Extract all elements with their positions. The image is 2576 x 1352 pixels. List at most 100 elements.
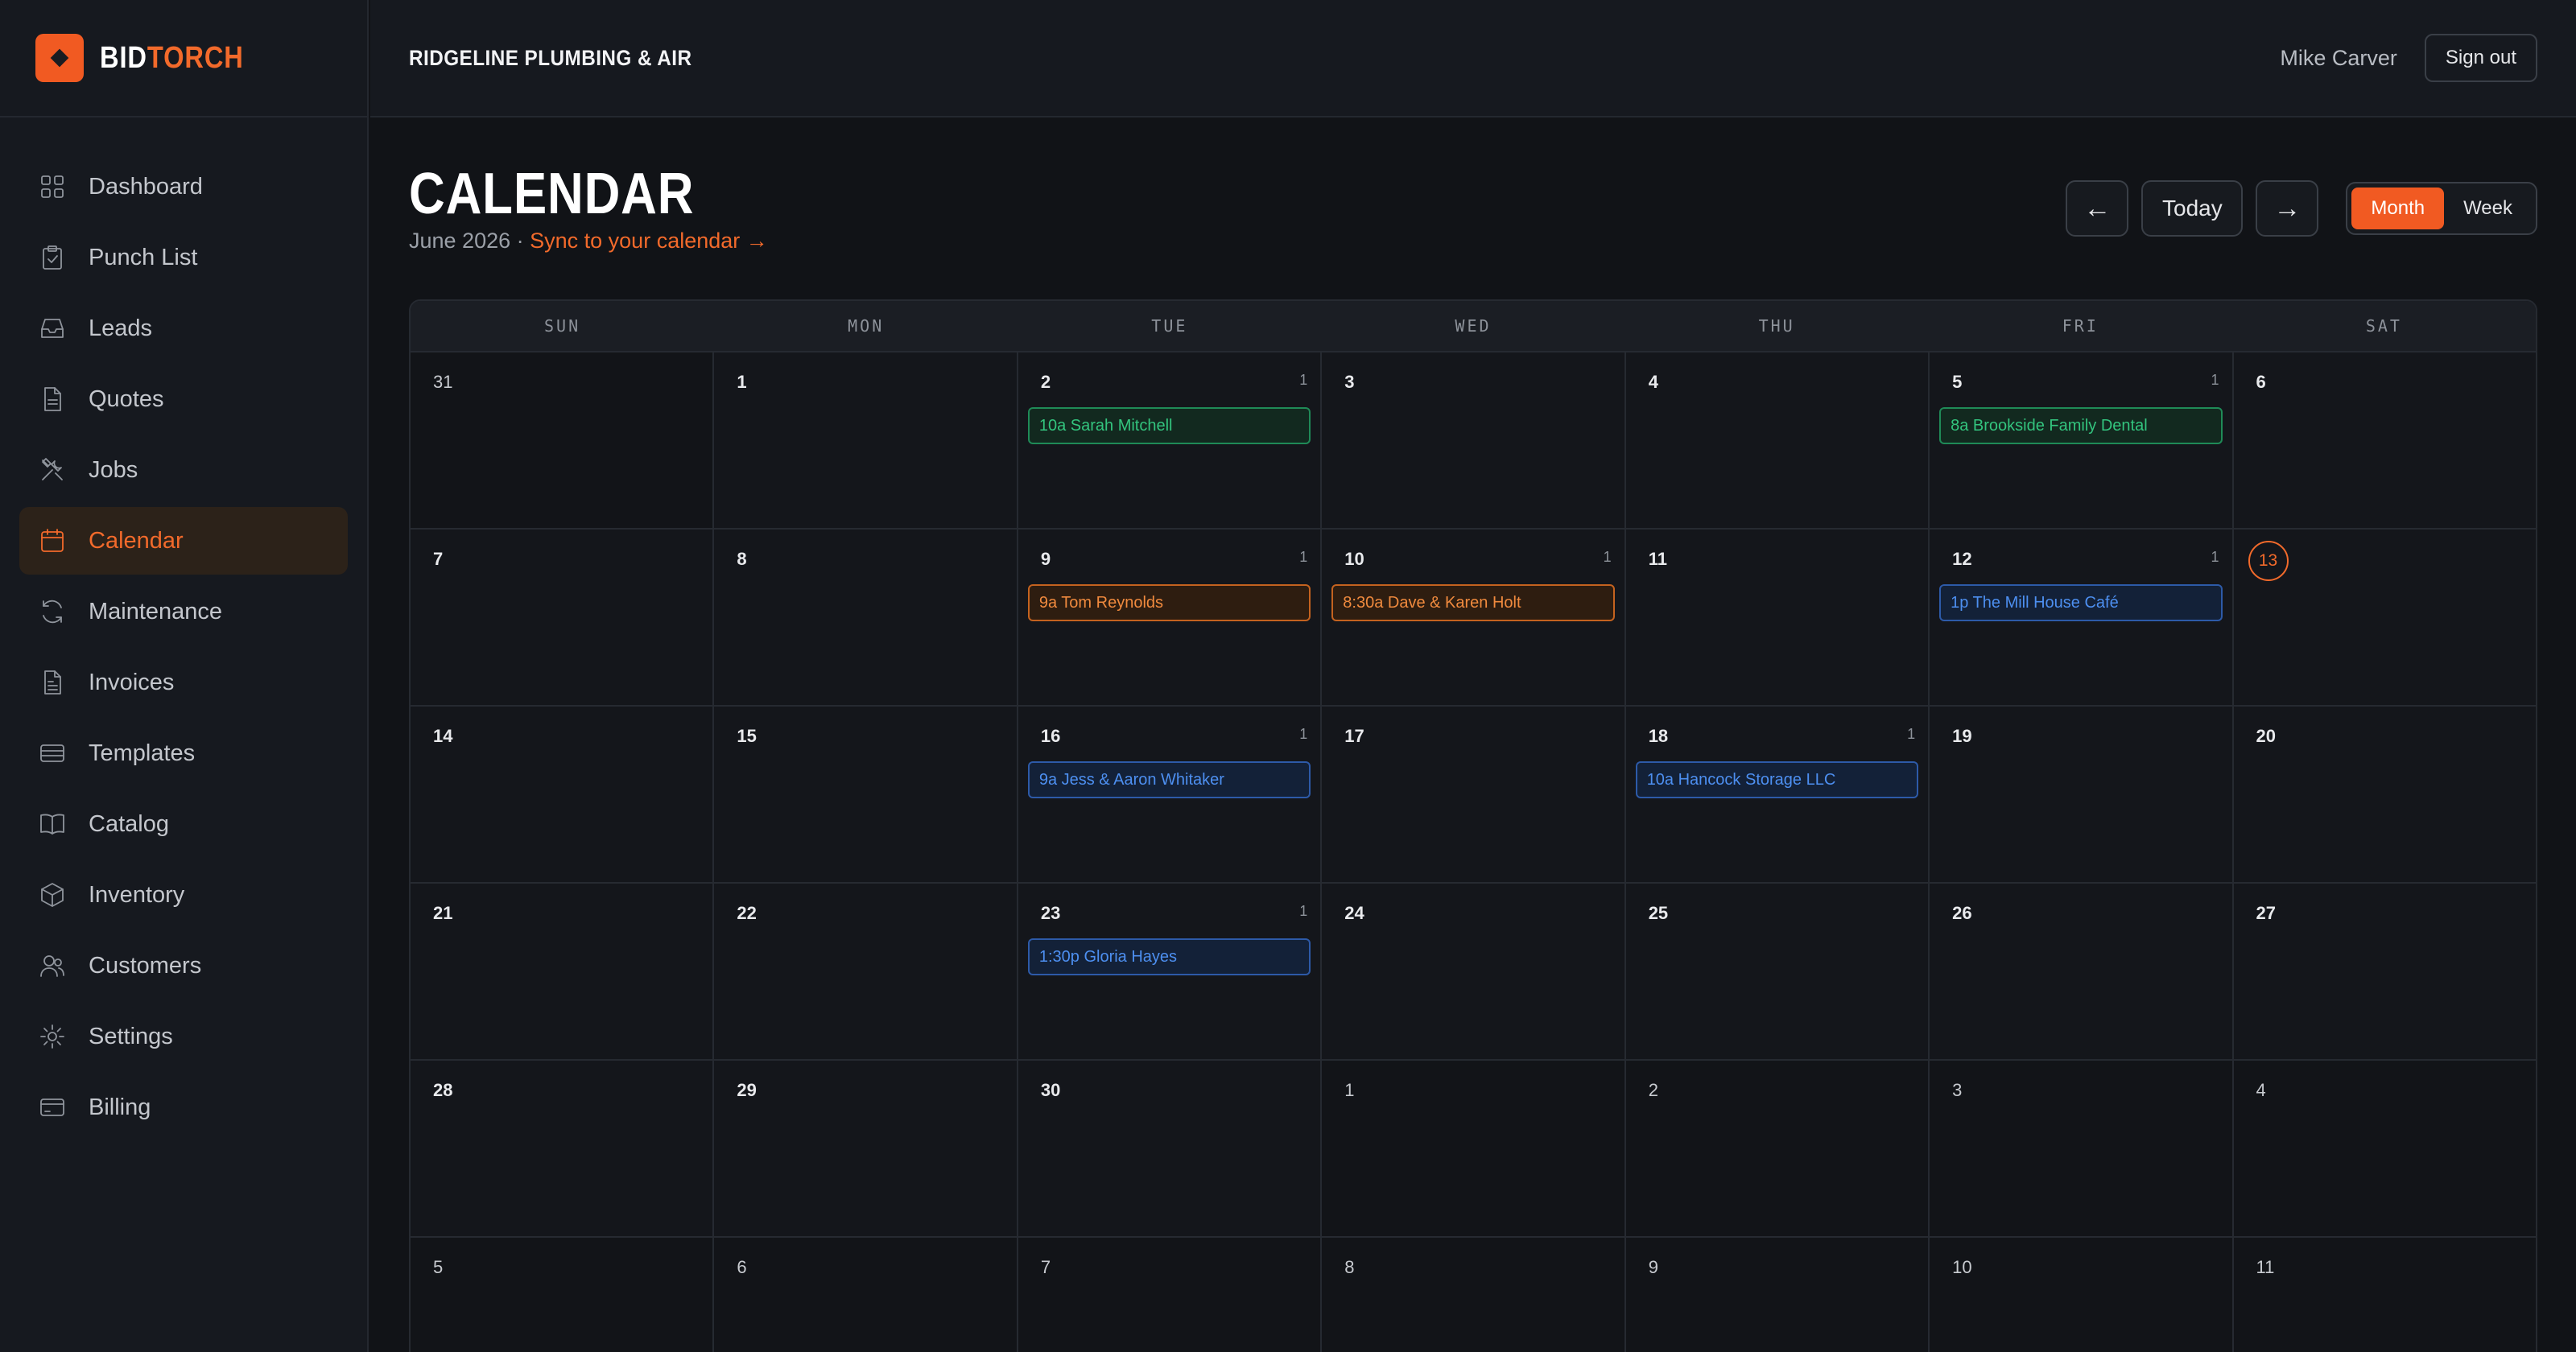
calendar-week-row: 28 29 30 1 2 3 4 <box>411 1061 2536 1238</box>
calendar-event[interactable]: 9a Jess & Aaron Whitaker <box>1027 761 1311 798</box>
calendar-day-cell[interactable]: 21 <box>411 884 715 1059</box>
sidebar-item-settings[interactable]: Settings <box>19 1003 348 1070</box>
calendar-event[interactable]: 10a Hancock Storage LLC <box>1635 761 1919 798</box>
calendar-day-cell[interactable]: 5 <box>411 1238 715 1352</box>
calendar-day-cell[interactable]: 11 <box>2233 1238 2536 1352</box>
today-button[interactable]: Today <box>2141 180 2244 237</box>
month-view-toggle[interactable]: Month <box>2351 188 2445 229</box>
calendar-day-cell[interactable]: 3 <box>1930 1061 2234 1236</box>
calendar-controls: ← Today → Month Week <box>2066 180 2537 237</box>
event-count: 1 <box>1299 549 1308 565</box>
calendar-day-cell[interactable]: 22 <box>714 884 1018 1059</box>
sidebar-item-punch-list[interactable]: Punch List <box>19 224 348 291</box>
next-month-button[interactable]: → <box>2256 180 2319 237</box>
day-number: 30 <box>1040 1080 1061 1100</box>
sidebar-item-catalog[interactable]: Catalog <box>19 790 348 858</box>
torch-logo-icon <box>35 34 84 82</box>
calendar-day-cell[interactable]: 18 1 10a Hancock Storage LLC <box>1625 707 1930 882</box>
calendar-day-cell[interactable]: 29 <box>714 1061 1018 1236</box>
event-count: 1 <box>1299 372 1308 388</box>
event-count: 1 <box>1299 726 1308 742</box>
calendar-day-cell[interactable]: 6 <box>2233 352 2536 528</box>
calendar-day-cell[interactable]: 9 1 9a Tom Reynolds <box>1018 530 1323 705</box>
sidebar-item-quotes[interactable]: Quotes <box>19 365 348 433</box>
day-number: 6 <box>737 1257 747 1277</box>
prev-month-button[interactable]: ← <box>2066 180 2129 237</box>
calendar-day-cell[interactable]: 20 <box>2233 707 2536 882</box>
sidebar-item-billing[interactable]: Billing <box>19 1074 348 1141</box>
calendar-day-cell[interactable]: 11 <box>1625 530 1930 705</box>
calendar-day-cell[interactable]: 3 <box>1322 352 1626 528</box>
brand-logo[interactable]: BIDTORCH <box>0 0 367 117</box>
day-number: 19 <box>1952 726 1972 746</box>
calendar-event[interactable]: 8:30a Dave & Karen Holt <box>1331 584 1615 621</box>
day-number: 28 <box>433 1080 453 1100</box>
calendar-day-cell[interactable]: 1 <box>714 352 1018 528</box>
calendar-event[interactable]: 8a Brookside Family Dental <box>1939 407 2223 444</box>
sidebar-nav: Dashboard Punch List Leads Quotes Jobs Calend… <box>0 117 367 1141</box>
day-of-week-sun: SUN <box>544 316 581 336</box>
event-count: 1 <box>1299 903 1308 919</box>
day-number: 4 <box>1648 372 1658 392</box>
calendar-day-cell[interactable]: 8 <box>714 530 1018 705</box>
sidebar-item-invoices[interactable]: Invoices <box>19 649 348 716</box>
day-number: 29 <box>737 1080 757 1100</box>
calendar-day-cell[interactable]: 5 1 8a Brookside Family Dental <box>1930 352 2234 528</box>
calendar-day-cell[interactable]: 24 <box>1322 884 1626 1059</box>
calendar-day-cell[interactable]: 13 <box>2233 530 2536 705</box>
calendar-event[interactable]: 1p The Mill House Café <box>1939 584 2223 621</box>
day-number: 24 <box>1344 903 1364 923</box>
calendar-day-cell[interactable]: 23 1 1:30p Gloria Hayes <box>1018 884 1323 1059</box>
sidebar: BIDTORCH Dashboard Punch List Leads Quotes J… <box>0 0 369 1352</box>
sidebar-item-inventory[interactable]: Inventory <box>19 861 348 929</box>
calendar-day-cell[interactable]: 17 <box>1322 707 1626 882</box>
sidebar-item-dashboard[interactable]: Dashboard <box>19 153 348 221</box>
calendar-day-cell[interactable]: 10 1 8:30a Dave & Karen Holt <box>1322 530 1626 705</box>
day-number: 10 <box>1344 549 1364 569</box>
calendar-day-cell[interactable]: 19 <box>1930 707 2234 882</box>
main-content: CALENDAR June 2026 · Sync to your calend… <box>409 117 2537 1352</box>
calendar-day-cell[interactable]: 27 <box>2233 884 2536 1059</box>
sidebar-item-templates[interactable]: Templates <box>19 719 348 787</box>
calendar-day-cell[interactable]: 9 <box>1625 1238 1930 1352</box>
calendar-day-cell[interactable]: 31 <box>411 352 715 528</box>
calendar-day-cell[interactable]: 7 <box>1018 1238 1323 1352</box>
calendar-day-cell[interactable]: 10 <box>1930 1238 2234 1352</box>
calendar-day-cell[interactable]: 2 <box>1625 1061 1930 1236</box>
calendar-day-cell[interactable]: 6 <box>714 1238 1018 1352</box>
invoice-icon <box>39 669 66 696</box>
calendar-day-cell[interactable]: 16 1 9a Jess & Aaron Whitaker <box>1018 707 1323 882</box>
calendar-day-cell[interactable]: 8 <box>1322 1238 1626 1352</box>
sidebar-item-label: Leads <box>89 315 153 341</box>
sync-calendar-link[interactable]: Sync to your calendar → <box>530 229 768 253</box>
day-number: 27 <box>2256 903 2277 923</box>
calendar-day-cell[interactable]: 2 1 10a Sarah Mitchell <box>1018 352 1323 528</box>
calendar-day-cell[interactable]: 25 <box>1625 884 1930 1059</box>
calendar-day-cell[interactable]: 1 <box>1322 1061 1626 1236</box>
calendar-event[interactable]: 1:30p Gloria Hayes <box>1027 938 1311 975</box>
credit-card-icon <box>39 1094 66 1121</box>
calendar-day-cell[interactable]: 15 <box>714 707 1018 882</box>
sidebar-item-maintenance[interactable]: Maintenance <box>19 578 348 645</box>
calendar-day-cell[interactable]: 14 <box>411 707 715 882</box>
calendar-event[interactable]: 9a Tom Reynolds <box>1027 584 1311 621</box>
day-number: 12 <box>1952 549 1972 569</box>
calendar-day-cell[interactable]: 26 <box>1930 884 2234 1059</box>
sign-out-button[interactable]: Sign out <box>2424 34 2537 82</box>
subtitle-separator: · <box>510 229 530 253</box>
calendar-day-cell[interactable]: 4 <box>2233 1061 2536 1236</box>
sidebar-item-calendar[interactable]: Calendar <box>19 507 348 575</box>
day-number: 3 <box>1952 1080 1963 1100</box>
calendar-event[interactable]: 10a Sarah Mitchell <box>1027 407 1311 444</box>
calendar-day-cell[interactable]: 7 <box>411 530 715 705</box>
calendar-day-cell[interactable]: 12 1 1p The Mill House Café <box>1930 530 2234 705</box>
day-number: 5 <box>433 1257 444 1277</box>
sidebar-item-customers[interactable]: Customers <box>19 932 348 1000</box>
week-view-toggle[interactable]: Week <box>2444 188 2532 229</box>
calendar-day-cell[interactable]: 28 <box>411 1061 715 1236</box>
calendar-day-cell[interactable]: 4 <box>1625 352 1930 528</box>
sidebar-item-leads[interactable]: Leads <box>19 295 348 362</box>
calendar-day-cell[interactable]: 30 <box>1018 1061 1323 1236</box>
sidebar-item-jobs[interactable]: Jobs <box>19 436 348 504</box>
user-area: Mike Carver Sign out <box>2280 34 2537 82</box>
